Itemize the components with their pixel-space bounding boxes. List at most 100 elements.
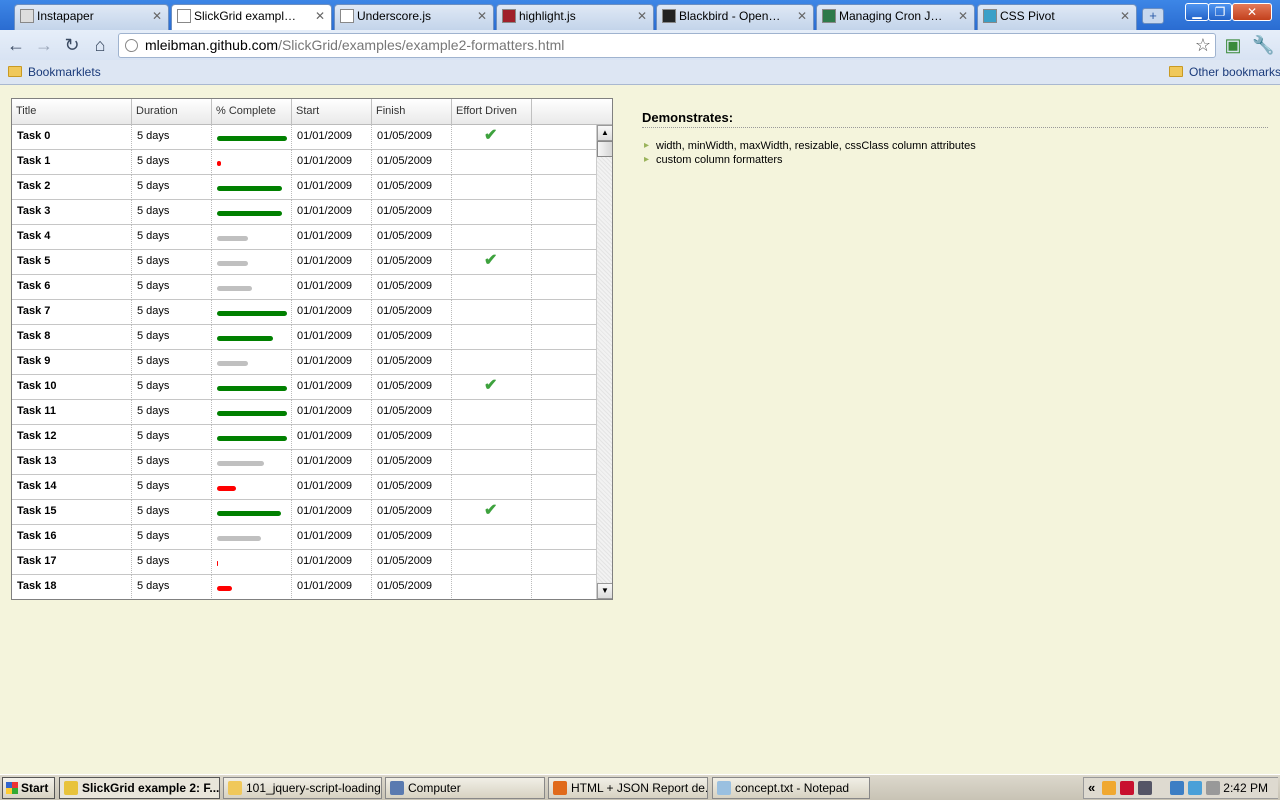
cell-duration[interactable]: 5 days bbox=[132, 550, 212, 575]
cell-title[interactable]: Task 12 bbox=[12, 425, 132, 450]
cell-percent-complete[interactable] bbox=[212, 275, 292, 300]
scroll-down-button[interactable]: ▼ bbox=[597, 583, 612, 599]
table-row[interactable]: Task 25 days 01/01/2009 01/05/2009 bbox=[12, 175, 596, 200]
cell-duration[interactable]: 5 days bbox=[132, 425, 212, 450]
cell-title[interactable]: Task 17 bbox=[12, 550, 132, 575]
table-row[interactable]: Task 55 days 01/01/2009 01/05/2009 ✔ bbox=[12, 250, 596, 275]
cell-start[interactable]: 01/01/2009 bbox=[292, 575, 372, 599]
address-bar[interactable]: mleibman.github.com/SlickGrid/examples/e… bbox=[118, 33, 1216, 58]
cell-start[interactable]: 01/01/2009 bbox=[292, 550, 372, 575]
cell-title[interactable]: Task 11 bbox=[12, 400, 132, 425]
cell-title[interactable]: Task 8 bbox=[12, 325, 132, 350]
cell-title[interactable]: Task 4 bbox=[12, 225, 132, 250]
browser-tab[interactable]: Underscore.js ✕ bbox=[334, 4, 494, 30]
cell-effort-driven[interactable]: ✔ bbox=[452, 500, 532, 525]
taskbar-button[interactable]: Computer bbox=[385, 777, 545, 799]
cell-effort-driven[interactable]: ✔ bbox=[452, 375, 532, 400]
cell-duration[interactable]: 5 days bbox=[132, 375, 212, 400]
cell-start[interactable]: 01/01/2009 bbox=[292, 400, 372, 425]
browser-tab[interactable]: highlight.js ✕ bbox=[496, 4, 654, 30]
browser-tab[interactable]: Instapaper ✕ bbox=[14, 4, 169, 30]
wrench-icon[interactable]: 🔧 bbox=[1252, 34, 1274, 56]
cell-start[interactable]: 01/01/2009 bbox=[292, 475, 372, 500]
cell-title[interactable]: Task 14 bbox=[12, 475, 132, 500]
column-header[interactable]: Duration bbox=[132, 99, 212, 125]
column-header[interactable]: Start bbox=[292, 99, 372, 125]
cell-title[interactable]: Task 2 bbox=[12, 175, 132, 200]
tab-close-icon[interactable]: ✕ bbox=[1120, 5, 1130, 27]
browser-tab[interactable]: CSS Pivot ✕ bbox=[977, 4, 1137, 30]
cell-start[interactable]: 01/01/2009 bbox=[292, 175, 372, 200]
extension-icon[interactable]: ▣ bbox=[1222, 34, 1244, 56]
cell-finish[interactable]: 01/05/2009 bbox=[372, 575, 452, 599]
browser-tab[interactable]: SlickGrid example 2: ... ✕ bbox=[171, 4, 332, 31]
taskbar-button[interactable]: SlickGrid example 2: F... bbox=[59, 777, 220, 799]
cell-start[interactable]: 01/01/2009 bbox=[292, 325, 372, 350]
cell-effort-driven[interactable] bbox=[452, 325, 532, 350]
table-row[interactable]: Task 14 5 days 01/01/2009 01/05/2009 bbox=[12, 475, 596, 500]
cell-effort-driven[interactable] bbox=[452, 225, 532, 250]
cell-title[interactable]: Task 18 bbox=[12, 575, 132, 599]
cell-effort-driven[interactable] bbox=[452, 450, 532, 475]
cell-title[interactable]: Task 7 bbox=[12, 300, 132, 325]
cell-percent-complete[interactable] bbox=[212, 400, 292, 425]
cell-effort-driven[interactable] bbox=[452, 425, 532, 450]
new-tab-button[interactable]: + bbox=[1142, 8, 1164, 24]
cell-duration[interactable]: 5 days bbox=[132, 400, 212, 425]
home-icon[interactable]: ⌂ bbox=[89, 34, 111, 56]
cell-finish[interactable]: 01/05/2009 bbox=[372, 175, 452, 200]
taskbar-button[interactable]: 101_jquery-script-loading bbox=[223, 777, 382, 799]
cell-duration[interactable]: 5 days bbox=[132, 450, 212, 475]
column-header[interactable]: Title bbox=[12, 99, 132, 125]
cell-effort-driven[interactable] bbox=[452, 575, 532, 599]
cell-start[interactable]: 01/01/2009 bbox=[292, 350, 372, 375]
table-row[interactable]: Task 18 5 days 01/01/2009 01/05/2009 bbox=[12, 575, 596, 599]
vertical-scrollbar[interactable]: ▲ ▼ bbox=[596, 125, 612, 599]
forward-icon[interactable]: → bbox=[33, 34, 55, 56]
monitor-icon[interactable] bbox=[1138, 781, 1152, 795]
table-row[interactable]: Task 15 days 01/01/2009 01/05/2009 bbox=[12, 150, 596, 175]
minimize-button[interactable]: ▁ bbox=[1185, 3, 1209, 21]
cell-percent-complete[interactable] bbox=[212, 375, 292, 400]
table-row[interactable]: Task 16 5 days 01/01/2009 01/05/2009 bbox=[12, 525, 596, 550]
cell-duration[interactable]: 5 days bbox=[132, 125, 212, 150]
cell-percent-complete[interactable] bbox=[212, 425, 292, 450]
cell-title[interactable]: Task 15 bbox=[12, 500, 132, 525]
cell-finish[interactable]: 01/05/2009 bbox=[372, 475, 452, 500]
taskbar-button[interactable]: HTML + JSON Report de... bbox=[548, 777, 708, 799]
cell-start[interactable]: 01/01/2009 bbox=[292, 225, 372, 250]
table-row[interactable]: Task 15 5 days 01/01/2009 01/05/2009 ✔ bbox=[12, 500, 596, 525]
table-row[interactable]: Task 65 days 01/01/2009 01/05/2009 bbox=[12, 275, 596, 300]
table-row[interactable]: Task 45 days 01/01/2009 01/05/2009 bbox=[12, 225, 596, 250]
table-row[interactable]: Task 12 5 days 01/01/2009 01/05/2009 bbox=[12, 425, 596, 450]
cell-percent-complete[interactable] bbox=[212, 200, 292, 225]
scroll-thumb[interactable] bbox=[597, 141, 612, 157]
table-row[interactable]: Task 17 5 days 01/01/2009 01/05/2009 bbox=[12, 550, 596, 575]
bookmark-folder-other[interactable]: Other bookmarks bbox=[1169, 65, 1280, 79]
table-row[interactable]: Task 13 5 days 01/01/2009 01/05/2009 bbox=[12, 450, 596, 475]
bookmark-folder-bookmarklets[interactable]: Bookmarklets bbox=[8, 65, 101, 79]
cell-title[interactable]: Task 0 bbox=[12, 125, 132, 150]
cell-start[interactable]: 01/01/2009 bbox=[292, 500, 372, 525]
cell-duration[interactable]: 5 days bbox=[132, 300, 212, 325]
cell-finish[interactable]: 01/05/2009 bbox=[372, 300, 452, 325]
bookmark-star-icon[interactable]: ☆ bbox=[1195, 35, 1211, 56]
back-icon[interactable]: ← bbox=[5, 34, 27, 56]
tab-close-icon[interactable]: ✕ bbox=[958, 5, 968, 27]
tab-close-icon[interactable]: ✕ bbox=[152, 5, 162, 27]
restore-button[interactable]: ❐ bbox=[1208, 3, 1232, 21]
cell-percent-complete[interactable] bbox=[212, 525, 292, 550]
mcafee-icon[interactable] bbox=[1120, 781, 1134, 795]
table-row[interactable]: Task 95 days 01/01/2009 01/05/2009 bbox=[12, 350, 596, 375]
cell-duration[interactable]: 5 days bbox=[132, 250, 212, 275]
cell-finish[interactable]: 01/05/2009 bbox=[372, 400, 452, 425]
cell-effort-driven[interactable] bbox=[452, 400, 532, 425]
column-header[interactable]: Effort Driven bbox=[452, 99, 532, 125]
cell-percent-complete[interactable] bbox=[212, 550, 292, 575]
tab-close-icon[interactable]: ✕ bbox=[797, 5, 807, 27]
cell-finish[interactable]: 01/05/2009 bbox=[372, 325, 452, 350]
cell-finish[interactable]: 01/05/2009 bbox=[372, 225, 452, 250]
cell-finish[interactable]: 01/05/2009 bbox=[372, 375, 452, 400]
cell-effort-driven[interactable] bbox=[452, 550, 532, 575]
browser-tab[interactable]: Blackbird - Open So... ✕ bbox=[656, 4, 814, 30]
